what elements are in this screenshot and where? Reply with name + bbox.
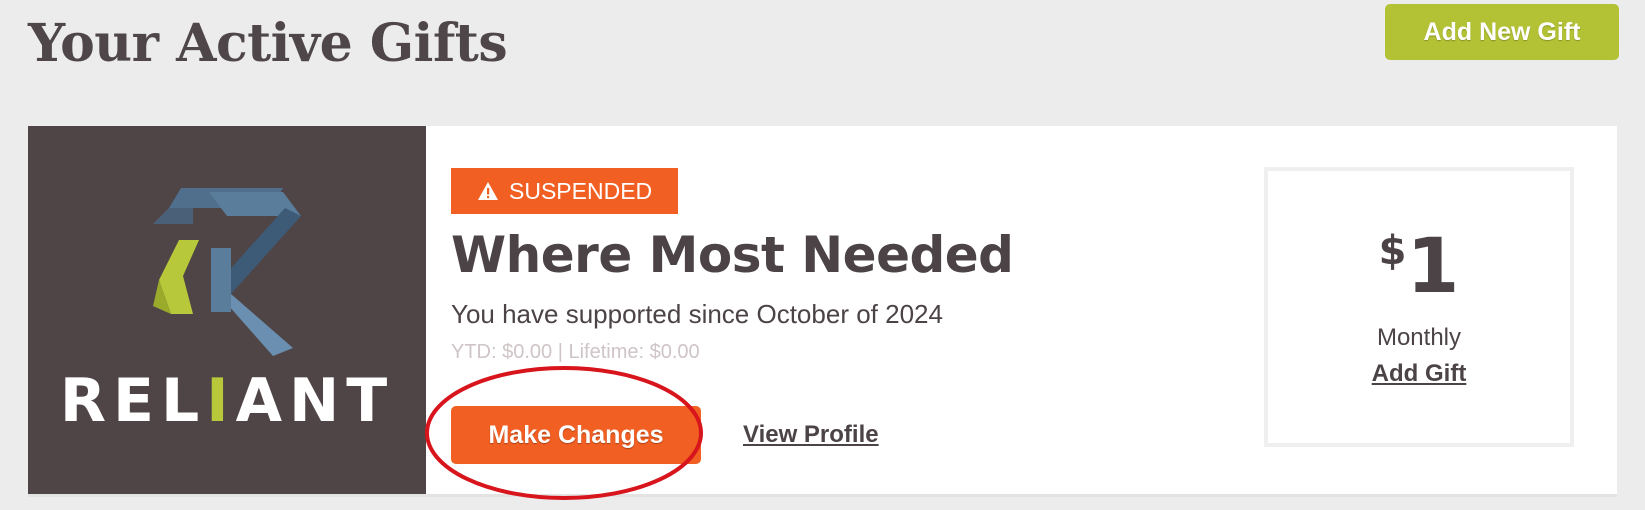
gift-frequency: Monthly <box>1376 324 1462 351</box>
gift-title: Where Most Needed <box>451 226 1014 284</box>
currency-symbol: $ <box>1378 228 1407 274</box>
organization-logo-text: RELIANT <box>28 366 426 436</box>
warning-triangle-icon <box>478 182 498 200</box>
supported-since-text: You have supported since October of 2024 <box>451 299 943 329</box>
make-changes-button[interactable]: Make Changes <box>451 406 701 464</box>
status-badge: SUSPENDED <box>451 168 679 214</box>
gift-amount: $1 <box>1268 221 1570 311</box>
logo-text-part: REL <box>59 366 207 436</box>
page-title: Your Active Gifts <box>28 13 508 74</box>
logo-text-part: ANT <box>235 366 395 436</box>
reliant-logo-mark-icon <box>153 188 301 356</box>
gift-amount-box: $1 Monthly Add Gift <box>1264 167 1574 447</box>
giving-totals: YTD: $0.00 | Lifetime: $0.00 <box>451 341 700 363</box>
view-profile-link[interactable]: View Profile <box>743 418 879 452</box>
organization-logo: RELIANT <box>28 126 426 494</box>
add-new-gift-button[interactable]: Add New Gift <box>1385 4 1619 60</box>
logo-text-accent: I <box>206 366 236 436</box>
add-gift-link[interactable]: Add Gift <box>1268 357 1570 391</box>
amount-number: 1 <box>1406 221 1460 310</box>
status-label: SUSPENDED <box>509 178 653 204</box>
gift-card: RELIANT SUSPENDED Where Most Needed You … <box>28 126 1617 497</box>
